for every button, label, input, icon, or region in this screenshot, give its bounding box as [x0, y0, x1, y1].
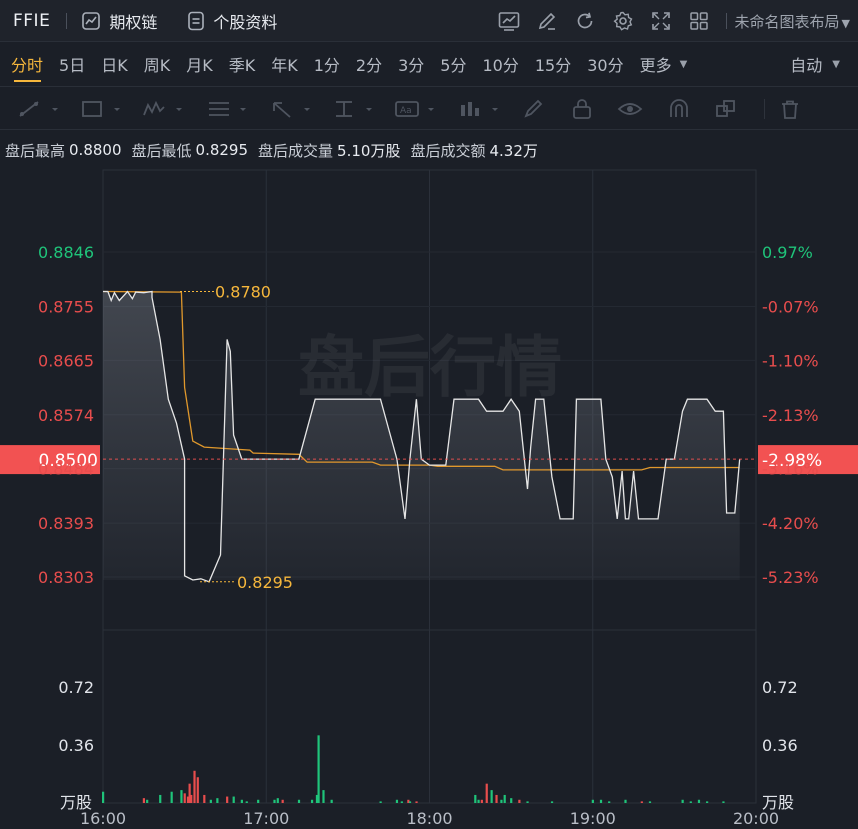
volume-bar: [240, 799, 243, 803]
volume-bar: [257, 799, 260, 803]
time-tick-label: 16:00: [80, 809, 126, 828]
volume-bar: [608, 801, 611, 803]
volume-bar: [495, 794, 498, 803]
price-tick-label: 0.8755: [38, 297, 94, 316]
volume-bar: [518, 799, 521, 803]
price-tick-label: 0.8665: [38, 351, 94, 370]
price-tick-label: 0.8484: [38, 460, 94, 479]
percent-tick-label: 0.97%: [762, 243, 813, 262]
volume-bar: [281, 799, 284, 803]
right-percent-axis: 0.97% -0.07% -1.10% -2.13% -3.16% -4.20% -5.23…: [762, 243, 819, 587]
percent-tick-label: -0.07%: [762, 297, 819, 316]
percent-tick-label: -4.20%: [762, 514, 819, 533]
volume-bar: [624, 799, 627, 803]
volume-bar: [183, 793, 186, 803]
volume-bar: [474, 794, 477, 803]
volume-bar: [203, 794, 206, 803]
price-chart[interactable]: 盘后行情 0.87800.8295 0.8500 -2.98% 0.88460.8…: [0, 0, 858, 829]
volume-bar: [159, 794, 162, 803]
volume-bar: [689, 801, 692, 803]
volume-bar: [146, 799, 149, 803]
volume-bar: [330, 799, 333, 803]
volume-bar: [209, 799, 212, 803]
volume-bar: [232, 796, 235, 803]
volume-bar: [415, 801, 418, 803]
volume-bar: [490, 790, 493, 803]
volume-bar: [297, 799, 301, 803]
volume-bar: [245, 801, 248, 803]
volume-bar: [322, 790, 325, 803]
volume-bar: [591, 799, 594, 803]
price-tick-label: 0.8303: [38, 568, 94, 587]
price-tick-label: 0.8393: [38, 514, 94, 533]
percent-tick-label: -5.23%: [762, 568, 819, 587]
watermark: 盘后行情: [298, 329, 562, 406]
volume-bar: [142, 798, 146, 803]
volume-bar: [395, 799, 399, 803]
volume-bar: [599, 799, 603, 803]
left-price-axis: 0.8846 0.8755 0.8665 0.8574 0.8484 0.8393 0.83…: [38, 243, 94, 587]
volume-tick-left: 0.72: [58, 678, 94, 697]
volume-tick-right: 0.36: [762, 736, 798, 755]
volume-bar: [722, 801, 725, 803]
volume-bar: [477, 799, 480, 803]
volume-tick-left: 0.36: [58, 736, 94, 755]
time-axis: 16:00 17:00 18:00 19:00 20:00: [80, 809, 779, 828]
time-tick-label: 20:00: [733, 809, 779, 828]
volume-tick-right: 0.72: [762, 678, 798, 697]
price-tick-label: 0.8574: [38, 406, 94, 425]
volume-bar: [485, 783, 488, 803]
time-tick-label: 19:00: [570, 809, 616, 828]
volume-bar: [180, 790, 183, 803]
volume-bar: [681, 799, 684, 803]
volume-bar: [317, 735, 320, 803]
volume-bar: [526, 801, 529, 803]
high-marker-label: 0.8780: [215, 283, 271, 302]
volume-bar: [226, 796, 229, 803]
volume-bar: [170, 791, 173, 803]
percent-tick-label: -2.13%: [762, 406, 819, 425]
volume-bar: [550, 801, 554, 803]
percent-tick-label: -1.10%: [762, 351, 819, 370]
price-tick-label: 0.8846: [38, 243, 94, 262]
percent-tick-label: -3.16%: [762, 460, 819, 479]
volume-bar: [193, 770, 196, 803]
volume-bar: [648, 801, 652, 803]
volume-bar: [640, 801, 643, 803]
volume-bar: [190, 794, 193, 803]
volume-bar: [697, 799, 701, 803]
volume-bar: [102, 791, 105, 803]
volume-bar: [276, 798, 279, 803]
volume-bar: [400, 801, 403, 803]
volume-bar: [510, 798, 513, 803]
volume-bar: [503, 794, 506, 803]
low-marker-label: 0.8295: [237, 573, 293, 592]
volume-bar: [216, 798, 219, 803]
volume-bar: [273, 799, 276, 803]
volume-bar: [500, 799, 503, 803]
time-tick-label: 18:00: [406, 809, 452, 828]
volume-bar: [480, 799, 483, 803]
volume-bar: [408, 801, 412, 803]
volume-bar: [196, 777, 199, 803]
volume-bar: [379, 801, 382, 803]
volume-bar: [706, 801, 709, 803]
volume-bar: [310, 799, 314, 803]
time-tick-label: 17:00: [243, 809, 289, 828]
